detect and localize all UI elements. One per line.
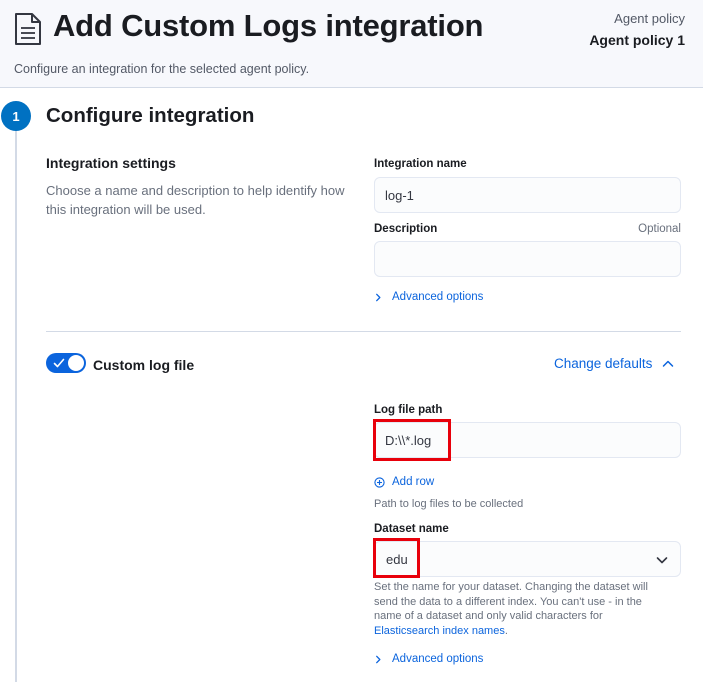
page-title: Add Custom Logs integration <box>53 8 484 43</box>
dataset-name-label: Dataset name <box>374 523 449 535</box>
chevron-down-icon <box>656 557 668 564</box>
log-file-path-label: Log file path <box>374 404 443 416</box>
agent-policy-name: Agent policy 1 <box>589 32 685 48</box>
chevron-right-icon <box>376 293 381 301</box>
integration-settings-description: Choose a name and description to help id… <box>46 183 345 217</box>
page-header: Add Custom Logs integration Configure an… <box>0 0 703 88</box>
custom-log-file-switch[interactable] <box>46 353 86 373</box>
integration-name-input[interactable] <box>374 177 681 213</box>
dataset-help-period: . <box>504 624 508 637</box>
advanced-options-label: Advanced options <box>392 653 484 665</box>
page-subtitle: Configure an integration for the selecte… <box>14 62 310 76</box>
dataset-help-line: send the data to a different index. You … <box>374 595 642 608</box>
advanced-options-label: Advanced options <box>392 291 484 303</box>
add-row-label: Add row <box>392 476 435 488</box>
dataset-help-line: Set the name for your dataset. Changing … <box>374 581 648 593</box>
log-file-path-input[interactable] <box>374 422 681 458</box>
integration-name-label: Integration name <box>374 158 467 170</box>
elasticsearch-index-names-link[interactable]: Elasticsearch index names <box>374 625 505 637</box>
dataset-name-select[interactable]: edu <box>374 541 681 577</box>
add-row-button[interactable]: Add row <box>374 476 434 488</box>
step-title: Configure integration <box>46 104 255 127</box>
step-number-badge: 1 <box>1 101 31 131</box>
section-divider <box>46 331 681 332</box>
chevron-right-icon <box>376 655 381 663</box>
check-icon <box>53 358 65 368</box>
advanced-options-toggle[interactable]: Advanced options <box>374 291 483 303</box>
dataset-help-line: name of a dataset and only valid charact… <box>374 610 603 622</box>
dataset-help-text: Set the name for your dataset. Changing … <box>374 580 648 638</box>
dataset-name-value: edu <box>386 552 408 567</box>
change-defaults-label: Change defaults <box>554 356 653 371</box>
switch-knob <box>67 354 85 372</box>
step-connector-line <box>15 118 17 682</box>
description-optional-hint: Optional <box>638 223 681 235</box>
log-path-help-text: Path to log files to be collected <box>374 498 524 510</box>
chevron-up-icon <box>663 360 674 367</box>
description-label: Description <box>374 223 438 235</box>
plus-in-circle-icon <box>374 476 385 488</box>
dataset-help-line: Elasticsearch index names. <box>374 624 648 639</box>
custom-log-file-label: Custom log file <box>93 357 195 373</box>
agent-policy-label: Agent policy <box>614 11 685 26</box>
document-icon <box>15 13 41 45</box>
integration-settings-title: Integration settings <box>46 155 176 171</box>
custom-log-advanced-options-toggle[interactable]: Advanced options <box>374 653 483 665</box>
change-defaults-button[interactable]: Change defaults <box>554 356 674 371</box>
description-input[interactable] <box>374 241 681 277</box>
